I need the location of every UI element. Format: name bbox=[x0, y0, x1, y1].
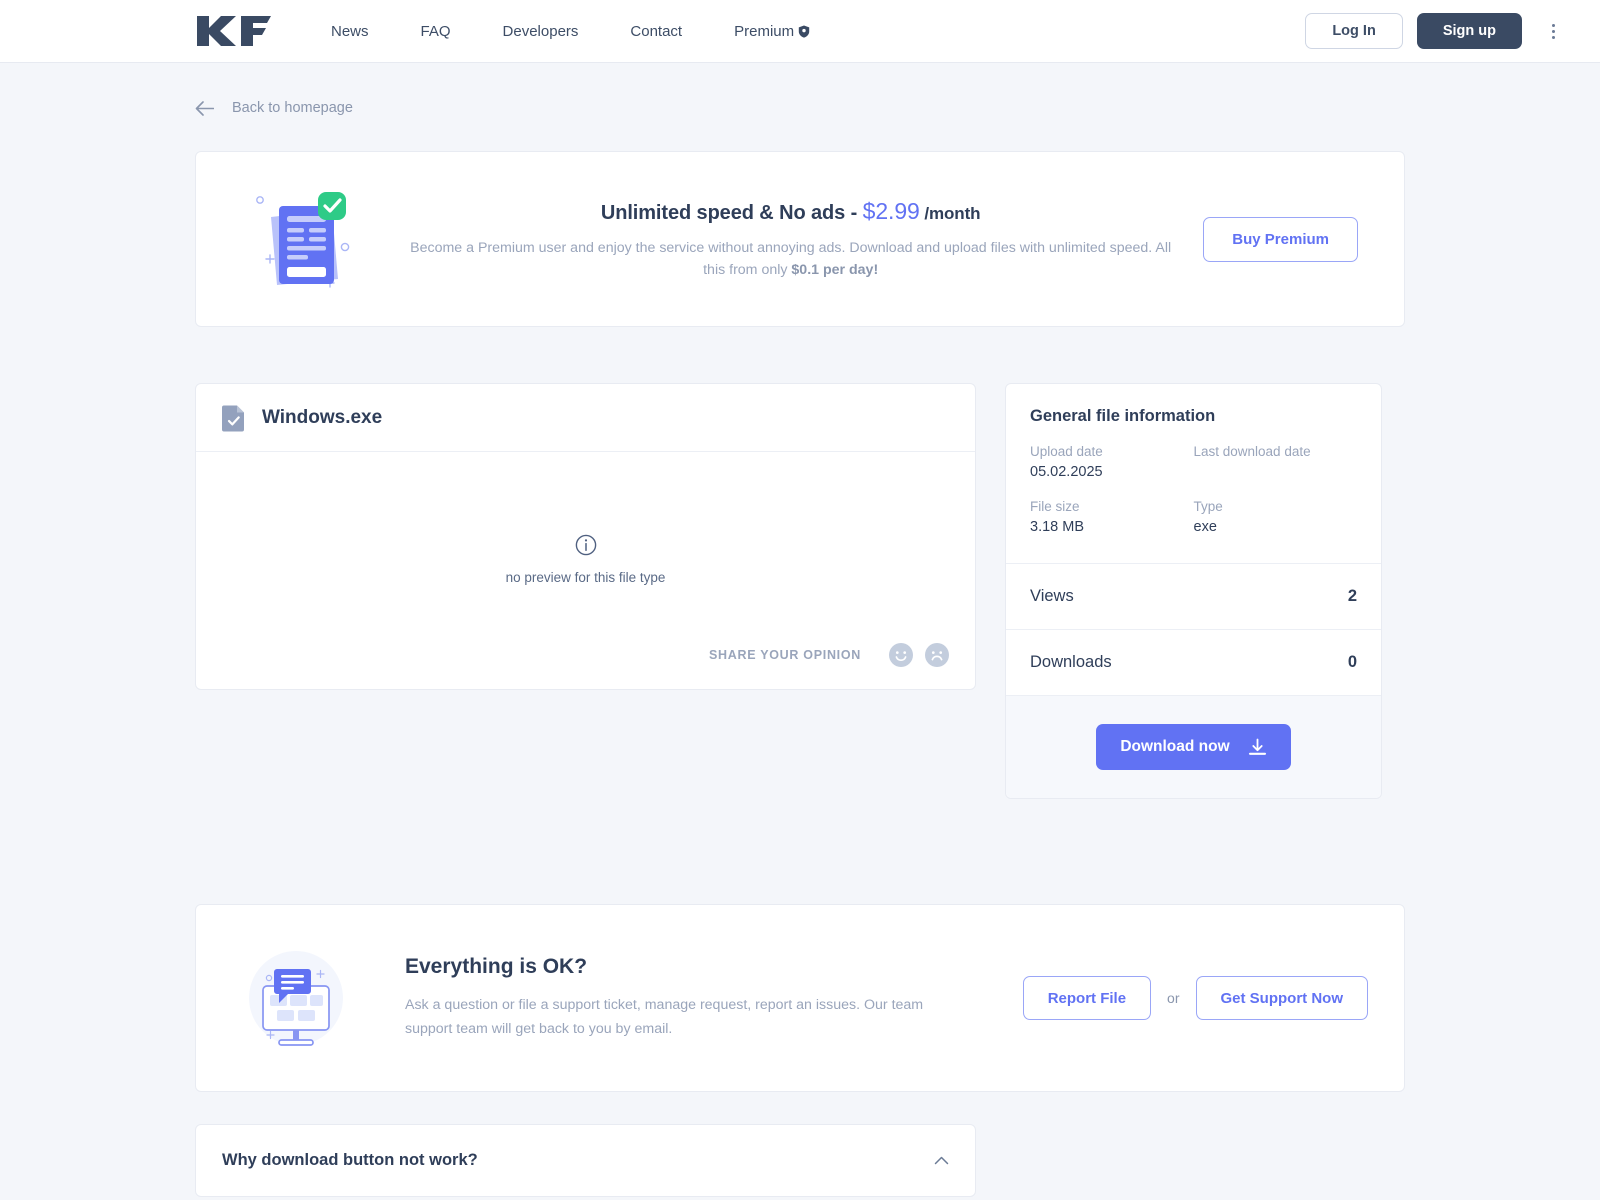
stat-label: Views bbox=[1030, 587, 1074, 605]
main-nav: News FAQ Developers Contact Premium bbox=[331, 23, 836, 40]
download-button-label: Download now bbox=[1120, 738, 1230, 755]
info-pair: File size 3.18 MB Type exe bbox=[1030, 499, 1357, 537]
promo-title: Unlimited speed & No ads - $2.99 /month bbox=[402, 198, 1179, 225]
smiley-sad-icon[interactable] bbox=[925, 643, 949, 667]
kebab-menu-icon[interactable] bbox=[1542, 16, 1564, 46]
nav-label: Premium bbox=[734, 22, 795, 40]
nav-item-contact[interactable]: Contact bbox=[604, 23, 708, 40]
info-last-download-date: Last download date bbox=[1194, 444, 1358, 482]
file-column: Windows.exe no preview for this file typ… bbox=[195, 383, 976, 690]
download-now-button[interactable]: Download now bbox=[1096, 724, 1291, 770]
page-body: Back to homepage Unlimited speed & No ad… bbox=[0, 86, 1600, 1197]
info-value: 3.18 MB bbox=[1030, 519, 1084, 535]
info-value bbox=[1194, 464, 1358, 482]
share-opinion-row: SHARE YOUR OPINION bbox=[196, 643, 975, 689]
info-file-size: File size 3.18 MB bbox=[1030, 499, 1194, 537]
info-value: 05.02.2025 bbox=[1030, 464, 1103, 480]
download-button-area: Download now bbox=[1006, 695, 1381, 798]
nav-label: FAQ bbox=[420, 22, 451, 40]
shield-badge-icon bbox=[798, 25, 810, 38]
report-file-button[interactable]: Report File bbox=[1022, 976, 1152, 1020]
info-column: General file information Upload date 05.… bbox=[1005, 383, 1382, 799]
smiley-happy-icon[interactable] bbox=[889, 643, 913, 667]
nav-item-news[interactable]: News bbox=[331, 23, 395, 40]
support-description: Ask a question or file a support ticket,… bbox=[405, 997, 924, 1037]
info-label: File size bbox=[1030, 499, 1080, 514]
promo-title-prefix: Unlimited speed & No ads - bbox=[600, 201, 863, 224]
faq-question: Why download button not work? bbox=[222, 1151, 478, 1169]
stat-value: 0 bbox=[1347, 653, 1357, 671]
file-card-header: Windows.exe bbox=[196, 384, 975, 452]
info-label: Type bbox=[1193, 499, 1223, 514]
file-preview-area: no preview for this file type bbox=[196, 452, 975, 643]
buy-premium-button[interactable]: Buy Premium bbox=[1203, 216, 1358, 262]
signup-button[interactable]: Sign up bbox=[1416, 13, 1522, 49]
info-panel-title: General file information bbox=[1030, 407, 1216, 425]
support-actions: Report File or Get Support Now bbox=[1022, 976, 1368, 1020]
info-pair: Upload date 05.02.2025 Last download dat… bbox=[1030, 444, 1357, 482]
arrow-left-icon bbox=[195, 100, 214, 116]
chevron-up-icon[interactable] bbox=[934, 1156, 949, 1165]
info-label: Last download date bbox=[1193, 444, 1311, 459]
nav-label: Developers bbox=[502, 22, 579, 40]
promo-price: $2.99 bbox=[862, 197, 920, 224]
monitor-chat-illustration bbox=[226, 943, 366, 1053]
info-top-section: General file information Upload date 05.… bbox=[1006, 384, 1381, 563]
file-name: Windows.exe bbox=[262, 406, 383, 428]
document-check-illustration bbox=[226, 186, 378, 292]
preview-note: no preview for this file type bbox=[505, 570, 666, 585]
stat-label: Downloads bbox=[1030, 653, 1112, 671]
or-separator-label: or bbox=[1167, 990, 1180, 1006]
stat-row-downloads: Downloads 0 bbox=[1006, 629, 1381, 695]
download-icon bbox=[1248, 738, 1266, 755]
support-title: Everything is OK? bbox=[405, 955, 588, 978]
premium-promo-banner: Unlimited speed & No ads - $2.99 /month … bbox=[195, 151, 1405, 327]
info-type: Type exe bbox=[1194, 499, 1358, 537]
promo-description: Become a Premium user and enjoy the serv… bbox=[402, 237, 1179, 281]
get-support-now-button[interactable]: Get Support Now bbox=[1195, 976, 1368, 1020]
faq-item-download-button[interactable]: Why download button not work? bbox=[196, 1125, 975, 1196]
support-banner: Everything is OK? Ask a question or file… bbox=[195, 904, 1405, 1092]
info-upload-date: Upload date 05.02.2025 bbox=[1030, 444, 1194, 482]
share-opinion-label: SHARE YOUR OPINION bbox=[709, 648, 861, 662]
header-actions: Log In Sign up bbox=[1305, 13, 1564, 49]
nav-label: Contact bbox=[630, 22, 683, 40]
info-label: Upload date bbox=[1030, 444, 1103, 459]
back-link-label: Back to homepage bbox=[232, 100, 353, 116]
login-button[interactable]: Log In bbox=[1305, 13, 1403, 49]
file-card: Windows.exe no preview for this file typ… bbox=[195, 383, 976, 690]
support-text-block: Everything is OK? Ask a question or file… bbox=[366, 955, 1023, 1041]
info-value: exe bbox=[1193, 519, 1217, 535]
stat-value: 2 bbox=[1347, 587, 1357, 605]
info-circle-icon bbox=[575, 534, 596, 556]
promo-description-highlight: $0.1 per day! bbox=[791, 261, 879, 278]
stat-row-views: Views 2 bbox=[1006, 563, 1381, 629]
nav-item-premium[interactable]: Premium bbox=[708, 23, 836, 40]
promo-text-block: Unlimited speed & No ads - $2.99 /month … bbox=[378, 198, 1203, 281]
back-to-homepage-link[interactable]: Back to homepage bbox=[195, 86, 1405, 130]
general-file-information-card: General file information Upload date 05.… bbox=[1005, 383, 1382, 799]
faq-section: Why download button not work? bbox=[195, 1124, 976, 1197]
nav-item-developers[interactable]: Developers bbox=[477, 23, 605, 40]
file-check-icon bbox=[222, 405, 244, 432]
main-content-grid: Windows.exe no preview for this file typ… bbox=[195, 383, 1405, 799]
nav-label: News bbox=[331, 22, 369, 40]
site-header: News FAQ Developers Contact Premium Log … bbox=[0, 0, 1600, 63]
kf-logo[interactable] bbox=[195, 14, 273, 48]
nav-item-faq[interactable]: FAQ bbox=[395, 23, 477, 40]
promo-period: /month bbox=[919, 203, 981, 223]
